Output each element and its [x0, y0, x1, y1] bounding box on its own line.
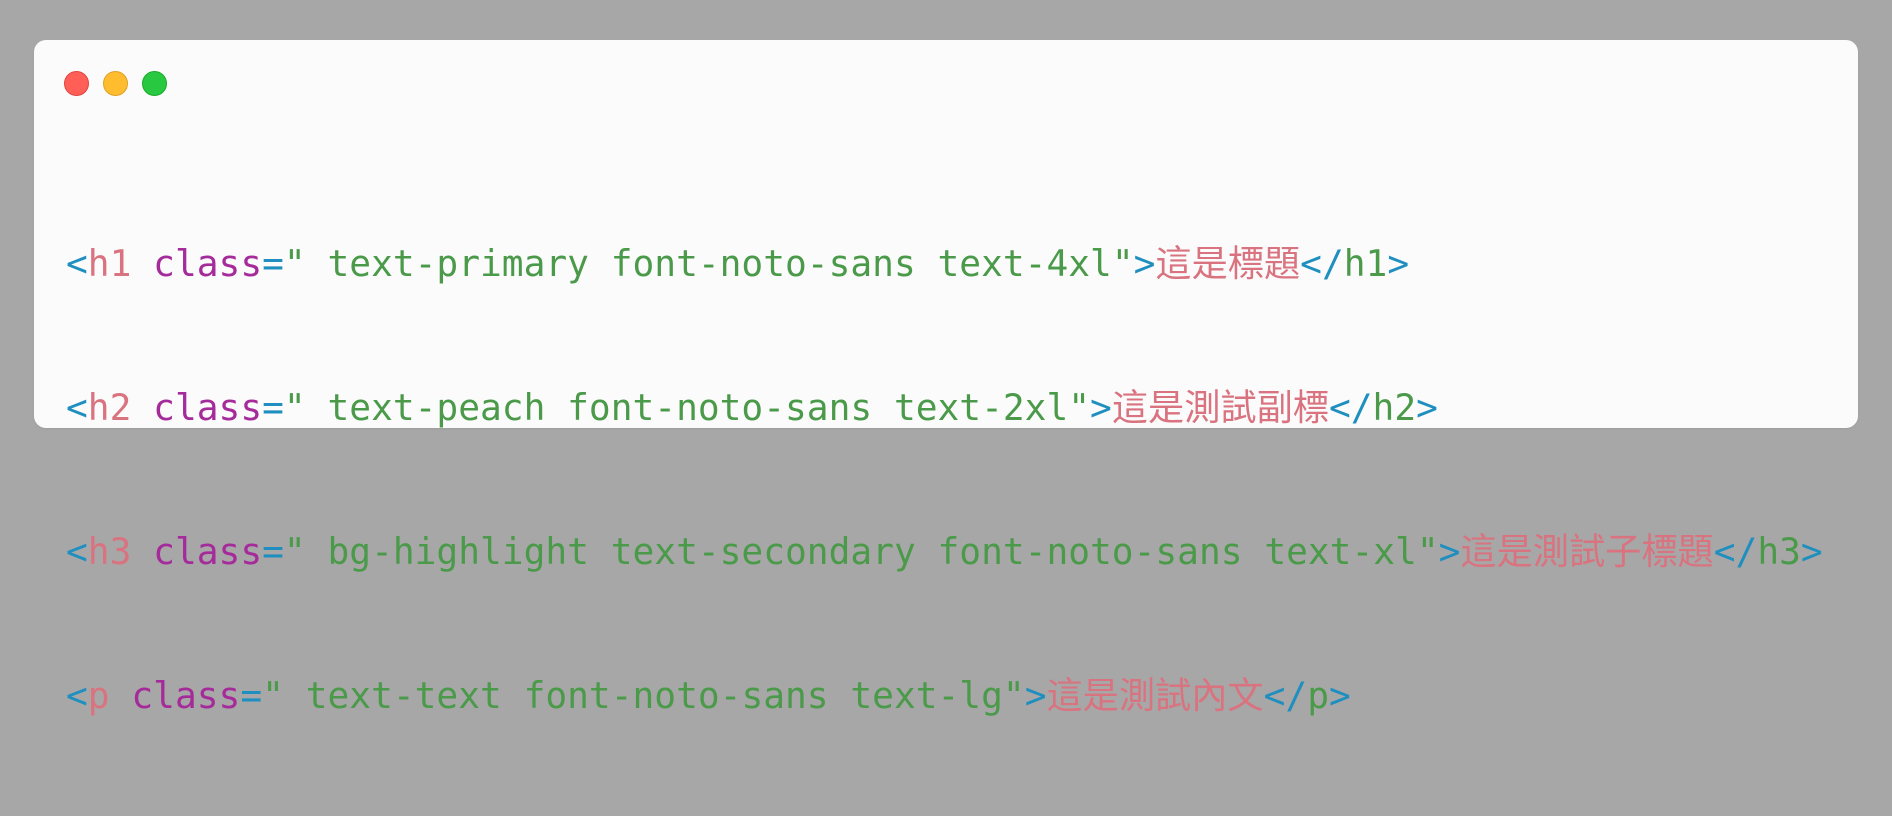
- code-line: <h2 class=" text-peach font-noto-sans te…: [66, 386, 1438, 429]
- attribute-value: text-text font-noto-sans text-lg: [283, 674, 1003, 717]
- closing-tag-name: p: [1307, 674, 1329, 717]
- code-block: <h1 class=" text-primary font-noto-sans …: [66, 144, 1823, 816]
- window-controls: [64, 71, 167, 96]
- maximize-button[interactable]: [142, 71, 167, 96]
- code-line: <h3 class=" bg-highlight text-secondary …: [66, 530, 1823, 573]
- code-window: <h1 class=" text-primary font-noto-sans …: [34, 40, 1858, 717]
- attribute-name: class: [131, 674, 241, 717]
- closing-tag-name: h2: [1372, 386, 1417, 429]
- code-line: <p class=" text-text font-noto-sans text…: [66, 674, 1351, 717]
- tag-name: p: [87, 674, 110, 717]
- element-content: 這是標題: [1155, 242, 1301, 285]
- attribute-name: class: [153, 242, 263, 285]
- tag-name: h2: [87, 386, 132, 429]
- closing-tag-name: h1: [1343, 242, 1388, 285]
- attribute-value: text-peach font-noto-sans text-2xl: [305, 386, 1069, 429]
- minimize-button[interactable]: [103, 71, 128, 96]
- attribute-name: class: [153, 386, 263, 429]
- code-line: <h1 class=" text-primary font-noto-sans …: [66, 242, 1410, 285]
- closing-tag-name: h3: [1757, 530, 1801, 573]
- element-content: 這是測試子標題: [1460, 530, 1714, 573]
- tag-name: h3: [87, 530, 132, 573]
- close-button[interactable]: [64, 71, 89, 96]
- tag-name: h1: [87, 242, 132, 285]
- attribute-value: text-primary font-noto-sans text-4xl: [305, 242, 1112, 285]
- attribute-value: bg-highlight text-secondary font-noto-sa…: [305, 530, 1417, 573]
- element-content: 這是測試副標: [1111, 386, 1329, 429]
- attribute-name: class: [153, 530, 263, 573]
- element-content: 這是測試內文: [1046, 674, 1264, 717]
